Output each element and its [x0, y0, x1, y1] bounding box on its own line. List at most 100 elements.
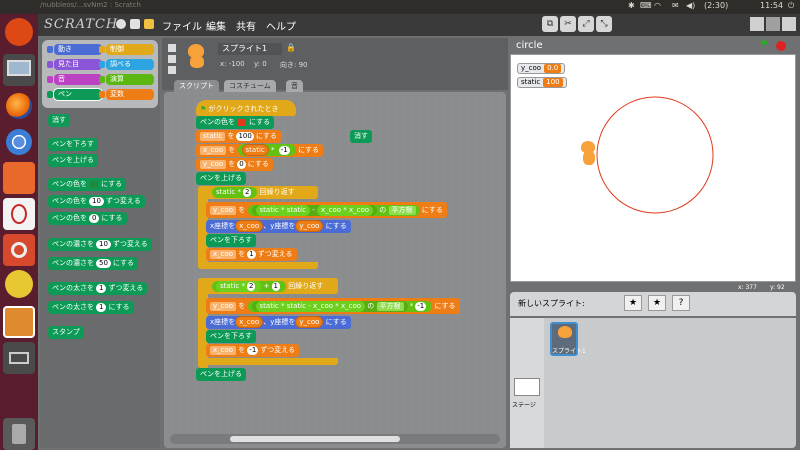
stop-button[interactable] [776, 41, 786, 51]
battery-status[interactable]: (2:30) [704, 1, 728, 10]
set-pen-color-block[interactable]: ペンの色を にする [196, 116, 275, 129]
set-y-coo-sqrt-block[interactable]: y_coo を static * static - x_coo * x_coo … [206, 202, 447, 218]
pen-down-block[interactable]: ペンを下ろす [206, 234, 256, 247]
grow-tool-icon[interactable]: ⤢ [578, 16, 594, 32]
firefox-icon[interactable] [3, 90, 35, 122]
change-x-coo-block[interactable]: x_coo を 1 ずつ変える [206, 248, 297, 261]
multiply-operator[interactable]: static * 2 [212, 187, 258, 198]
category-motion[interactable]: 動き [47, 44, 102, 55]
variable-dropdown[interactable]: x_coo [200, 146, 227, 155]
variable-reporter[interactable]: static [241, 144, 269, 156]
scratch-app-icon[interactable] [3, 306, 35, 338]
duplicate-tool-icon[interactable]: ⧉ [542, 16, 558, 32]
color-swatch[interactable] [238, 118, 246, 126]
number-slot[interactable]: 2 [242, 188, 252, 197]
palette-change-pen-color-block[interactable]: ペンの色を 10 ずつ変える [48, 195, 145, 208]
variable-dropdown[interactable]: x_coo [210, 346, 237, 355]
sqrt-operator[interactable]: static * static - x_coo * x_coo の 平方根 [247, 205, 420, 216]
window-switcher-icon[interactable] [3, 342, 35, 374]
presentation-mode-icon[interactable] [782, 17, 796, 31]
number-slot[interactable]: -1 [247, 346, 259, 355]
goto-xy-block[interactable]: x座標を x_coo 、y座標を y_coo にする [206, 316, 351, 329]
when-flag-clicked-hat-block[interactable]: ⚑ がクリックされたとき [196, 100, 296, 116]
goto-xy-block[interactable]: x座標を x_coo 、y座標を y_coo にする [206, 220, 351, 233]
save-icon[interactable] [130, 19, 140, 29]
horizontal-scrollbar[interactable] [170, 434, 500, 444]
ubuntu-dash-icon[interactable] [5, 18, 33, 46]
tab-sounds[interactable]: 音 [286, 80, 303, 92]
category-pen[interactable]: ペン [47, 88, 103, 101]
palette-set-pen-color-block[interactable]: ペンの色を にする [48, 178, 127, 191]
stage-canvas[interactable]: y_coo 0.0 static 100 [510, 54, 796, 282]
palette-stamp-block[interactable]: スタンプ [48, 326, 84, 339]
function-dropdown[interactable]: 平方根 [388, 206, 416, 215]
shrink-tool-icon[interactable]: ⤡ [596, 16, 612, 32]
set-static-block[interactable]: static を 100 にする [196, 130, 281, 143]
variable-dropdown[interactable]: y_coo [210, 302, 237, 311]
lock-icon[interactable]: 🔒 [286, 43, 296, 52]
rotate-style-icon[interactable] [168, 44, 176, 52]
variable-dropdown[interactable]: x_coo [210, 250, 237, 259]
menu-file[interactable]: ファイル [162, 18, 202, 33]
number-slot[interactable]: 100 [236, 132, 254, 141]
palette-clear-block[interactable]: 消す [48, 114, 70, 127]
pen-up-block[interactable]: ペンを上げる [196, 368, 246, 381]
menu-edit[interactable]: 編集 [206, 18, 226, 33]
choose-sprite-button[interactable]: ★ [648, 295, 666, 311]
menu-help[interactable]: ヘルプ [266, 18, 296, 33]
set-x-coo-block[interactable]: x_coo を static * -1 にする [196, 144, 324, 157]
palette-set-shade-block[interactable]: ペンの濃さを 50 にする [48, 257, 138, 270]
script-canvas[interactable]: ⚑ がクリックされたとき ペンの色を にする static を 100 にする x_c… [164, 92, 506, 448]
variable-dropdown[interactable]: y_coo [200, 160, 227, 169]
multiply-operator[interactable]: static * static [255, 205, 310, 216]
number-slot[interactable]: -1 [415, 302, 427, 311]
stage-thumbnail[interactable] [514, 378, 540, 396]
tab-scripts[interactable]: スクリプト [174, 80, 219, 92]
subtract-operator[interactable]: static * static - x_coo * x_coo [251, 205, 378, 216]
category-sensing[interactable]: 調べる [99, 59, 154, 70]
category-control[interactable]: 制御 [99, 44, 154, 55]
palette-change-size-block[interactable]: ペンの太さを 1 ずつ変える [48, 282, 148, 295]
small-stage-view-icon[interactable] [750, 17, 764, 31]
green-flag-button[interactable]: ⚑ [760, 39, 769, 50]
variable-dropdown[interactable]: static [200, 132, 226, 141]
category-looks[interactable]: 見た目 [47, 59, 102, 70]
normal-stage-view-icon[interactable] [766, 17, 780, 31]
paint-new-sprite-button[interactable]: ★ [624, 295, 642, 311]
number-slot[interactable]: 2 [246, 282, 256, 291]
sprite1-thumbnail[interactable]: スプライト1 [550, 322, 586, 356]
sprite-name-field[interactable]: スプライト1 [218, 43, 282, 55]
loose-clear-block[interactable]: 消す [350, 130, 372, 143]
workspace-icon[interactable] [3, 54, 35, 86]
repeat-1-block[interactable]: static * 2 回繰り返す [198, 186, 318, 199]
set-y-coo-block[interactable]: y_coo を 0 にする [196, 158, 273, 171]
cat-sprite-icon[interactable] [577, 141, 599, 167]
leftright-style-icon[interactable] [168, 55, 176, 63]
number-slot[interactable]: 10 [96, 240, 111, 249]
norotate-style-icon[interactable] [168, 66, 176, 74]
scrollbar-thumb[interactable] [230, 436, 400, 442]
sqrt-operator[interactable]: static * static - x_coo * x_coo の 平方根 [251, 301, 408, 312]
multiply-operator[interactable]: static * static - x_coo * x_coo の 平方根 * -… [247, 301, 433, 312]
share-icon[interactable] [144, 19, 154, 29]
globe-icon[interactable] [116, 19, 126, 29]
number-slot[interactable]: 1 [96, 303, 107, 312]
menu-share[interactable]: 共有 [236, 18, 256, 33]
number-slot[interactable]: 0 [89, 214, 100, 223]
multiply-operator[interactable]: static * -1 [237, 144, 296, 156]
tab-costumes[interactable]: コスチューム [224, 80, 276, 92]
trash-icon[interactable] [3, 418, 35, 450]
chromium-icon[interactable] [3, 126, 35, 158]
category-variables[interactable]: 変数 [99, 89, 154, 100]
number-slot[interactable]: -1 [278, 146, 290, 155]
random-sprite-button[interactable]: ? [672, 295, 690, 311]
palette-set-pen-color-value-block[interactable]: ペンの色を 0 にする [48, 212, 127, 225]
palette-pen-up-block[interactable]: ペンを上げる [48, 154, 98, 167]
variable-reporter[interactable]: y_coo [295, 220, 324, 232]
variable-reporter[interactable]: x_coo [235, 316, 264, 328]
category-sound[interactable]: 音 [47, 74, 102, 85]
set-y-coo-neg-sqrt-block[interactable]: y_coo を static * static - x_coo * x_coo … [206, 298, 460, 314]
mail-icon[interactable]: ✉ [672, 1, 679, 10]
number-slot[interactable]: 1 [271, 282, 281, 291]
bluetooth-icon[interactable]: ✱ [628, 1, 635, 10]
